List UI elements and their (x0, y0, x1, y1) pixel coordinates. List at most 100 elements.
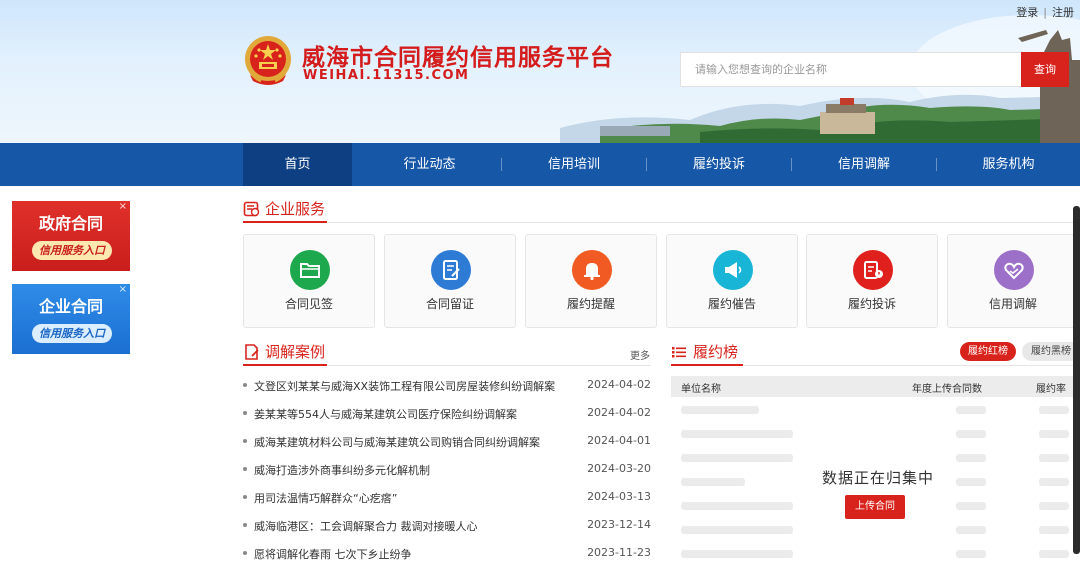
blurred-cell (681, 502, 793, 510)
bullet-icon (243, 523, 247, 527)
service-card-performance-reminder[interactable]: 履约提醒 (525, 234, 657, 328)
case-title[interactable]: 愿将调解化春雨 七次下乡止纷争 (254, 546, 412, 562)
case-title[interactable]: 文登区刘某某与威海XX装饰工程有限公司房屋装修纠纷调解案 (254, 378, 555, 394)
case-title[interactable]: 威海某建筑材料公司与威海某建筑公司购销合同纠纷调解案 (254, 434, 540, 450)
complaint-icon (853, 250, 893, 290)
folder-icon (290, 250, 330, 290)
list-item[interactable]: 文登区刘某某与威海XX装饰工程有限公司房屋装修纠纷调解案 2024-04-02 (243, 373, 651, 401)
bell-icon (572, 250, 612, 290)
gov-contract-entry-banner[interactable]: 政府合同 信用服务入口 × (12, 201, 130, 271)
site-domain: WEIHAI.11315.COM (303, 68, 470, 83)
list-item[interactable]: 姜某某等554人与威海某建筑公司医疗保险纠纷调解案 2024-04-02 (243, 401, 651, 429)
card-label: 履约催告 (707, 297, 756, 311)
column-header-count: 年度上传合同数 (912, 384, 982, 395)
case-date: 2023-11-23 (587, 546, 651, 559)
more-link[interactable]: 更多 (630, 347, 650, 362)
cases-header: 调解案例 (243, 341, 325, 362)
service-card-performance-urging[interactable]: 履约催告 (666, 234, 798, 328)
blurred-cell (681, 430, 793, 438)
nav-item-mediation[interactable]: 信用调解 (792, 143, 936, 186)
table-row (671, 422, 1080, 446)
auth-links: 登录 | 注册 (1016, 4, 1074, 20)
table-row (671, 398, 1080, 422)
services-header: 企业服务 (243, 198, 325, 219)
blurred-cell (1039, 406, 1069, 414)
table-row (671, 542, 1080, 566)
nav-item-service-agencies[interactable]: 服务机构 (937, 143, 1080, 186)
national-emblem-icon (245, 36, 291, 85)
ranking-title: 履约榜 (693, 343, 739, 361)
edit-document-icon (245, 343, 259, 360)
service-card-contract-evidence[interactable]: 合同留证 (384, 234, 516, 328)
card-label: 合同留证 (425, 297, 474, 311)
section-underline (243, 221, 327, 223)
blurred-cell (681, 406, 759, 414)
page: 登录|注册 威海市合同履约信用服务平台 WEIHAI.11315.COM 查询 … (0, 0, 1080, 573)
list-item[interactable]: 威海临港区：工会调解聚合力 裁调对接暖人心 2023-12-14 (243, 513, 651, 541)
bullet-icon (243, 467, 247, 471)
card-label: 履约投诉 (847, 297, 896, 311)
megaphone-icon (713, 250, 753, 290)
case-title[interactable]: 用司法温情巧解群众“心疙瘩” (254, 490, 397, 506)
case-title[interactable]: 威海打造涉外商事纠纷多元化解机制 (254, 462, 430, 478)
login-link[interactable]: 登录 (1016, 6, 1038, 19)
blurred-cell (956, 550, 986, 558)
main-nav: 首页 行业动态 信用培训 履约投诉 信用调解 服务机构 (0, 143, 1080, 186)
list-item[interactable]: 威海打造涉外商事纠纷多元化解机制 2024-03-20 (243, 457, 651, 485)
case-title[interactable]: 姜某某等554人与威海某建筑公司医疗保险纠纷调解案 (254, 406, 517, 422)
close-icon[interactable]: × (119, 201, 127, 212)
register-link[interactable]: 注册 (1052, 6, 1074, 19)
bullet-icon (243, 495, 247, 499)
tab-red-list[interactable]: 履约红榜 (960, 342, 1016, 361)
company-search-input[interactable] (680, 52, 1022, 87)
section-underline (243, 364, 327, 366)
case-date: 2024-03-20 (587, 462, 651, 475)
case-title[interactable]: 威海临港区：工会调解聚合力 裁调对接暖人心 (254, 518, 478, 534)
card-label: 信用调解 (988, 297, 1037, 311)
handshake-heart-icon (994, 250, 1034, 290)
case-date: 2024-04-01 (587, 434, 651, 447)
blurred-cell (681, 454, 793, 462)
case-date: 2024-04-02 (587, 378, 651, 391)
ad-subtitle: 信用服务入口 (32, 324, 112, 343)
blurred-cell (681, 550, 793, 558)
tab-black-list[interactable]: 履约黑榜 (1022, 342, 1080, 361)
document-edit-icon (431, 250, 471, 290)
services-title: 企业服务 (265, 200, 326, 218)
data-collecting-notice: 数据正在归集中 (822, 469, 935, 487)
blurred-cell (681, 478, 745, 486)
list-item[interactable]: 威海某建筑材料公司与威海某建筑公司购销合同纠纷调解案 2024-04-01 (243, 429, 651, 457)
nav-item-home[interactable]: 首页 (243, 143, 352, 186)
nav-item-industry-news[interactable]: 行业动态 (358, 143, 501, 186)
search-button[interactable]: 查询 (1021, 52, 1069, 87)
blurred-cell (956, 430, 986, 438)
close-icon[interactable]: × (119, 284, 127, 295)
case-date: 2023-12-14 (587, 518, 651, 531)
table-row (671, 518, 1080, 542)
list-item[interactable]: 愿将调解化春雨 七次下乡止纷争 2023-11-23 (243, 541, 651, 569)
blurred-cell (956, 478, 986, 486)
column-header-name: 单位名称 (681, 384, 721, 395)
bullet-icon (243, 383, 247, 387)
blurred-cell (1039, 430, 1069, 438)
nav-item-credit-training[interactable]: 信用培训 (502, 143, 646, 186)
list-icon (672, 346, 686, 357)
list-item[interactable]: 用司法温情巧解群众“心疙瘩” 2024-03-13 (243, 485, 651, 513)
ad-title: 政府合同 (38, 214, 103, 233)
bullet-icon (243, 411, 247, 415)
nav-item-complaints[interactable]: 履约投诉 (647, 143, 791, 186)
blurred-cell (1039, 502, 1069, 510)
service-card-performance-complaint[interactable]: 履约投诉 (806, 234, 938, 328)
cases-title: 调解案例 (265, 343, 326, 361)
column-header-rate: 履约率 (1036, 384, 1066, 395)
upload-contract-button[interactable]: 上传合同 (845, 495, 905, 519)
ad-subtitle: 信用服务入口 (32, 241, 112, 260)
divider (243, 222, 1080, 223)
case-date: 2024-03-13 (587, 490, 651, 503)
service-card-credit-mediation[interactable]: 信用调解 (947, 234, 1079, 328)
service-card-contract-signing[interactable]: 合同见签 (243, 234, 375, 328)
blurred-cell (956, 454, 986, 462)
enterprise-contract-entry-banner[interactable]: 企业合同 信用服务入口 × (12, 284, 130, 354)
blurred-cell (1039, 526, 1069, 534)
scrollbar[interactable] (1073, 206, 1080, 554)
